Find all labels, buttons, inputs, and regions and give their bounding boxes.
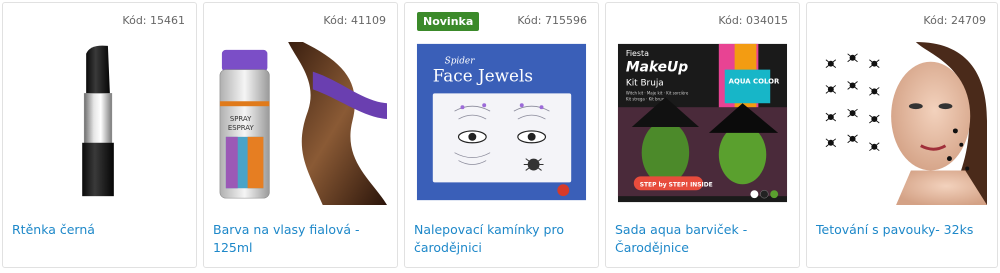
product-image-spider-tattoos[interactable] xyxy=(817,41,987,206)
product-card[interactable]: Kód: 034015 Fiesta MakeUp Kit Bruja Witc… xyxy=(605,2,800,268)
product-card[interactable]: Kód: 41109 SPRAY ESPRAY Barva na vlasy f… xyxy=(203,2,398,268)
product-card[interactable]: Kód: 24709 Tetování s pavouky- 32ks xyxy=(806,2,998,268)
product-code: Kód: 41109 xyxy=(323,14,386,27)
face-jewels-image: Spider Face Jewels xyxy=(416,43,587,201)
spider-tattoo-image xyxy=(825,41,987,206)
svg-text:STEP by STEP! INSIDE: STEP by STEP! INSIDE xyxy=(640,181,713,188)
product-card[interactable]: Kód: 15461 Rtěnka černá xyxy=(2,2,197,268)
svg-text:Kit strega · Kit bruxa: Kit strega · Kit bruxa xyxy=(626,96,667,101)
product-grid: Kód: 15461 Rtěnka černá Kód: 41109 SPRAY… xyxy=(0,0,1000,273)
product-title-link[interactable]: Barva na vlasy fialová - 125ml xyxy=(213,221,388,257)
lipstick-image xyxy=(82,45,114,197)
hair-spray-image: SPRAY ESPRAY xyxy=(219,41,387,206)
svg-text:Face Jewels: Face Jewels xyxy=(433,65,533,85)
product-code: Kód: 15461 xyxy=(122,14,185,27)
product-title-link[interactable]: Rtěnka černá xyxy=(12,221,187,239)
svg-text:SPRAY: SPRAY xyxy=(230,115,252,123)
product-image-witch-makeup-kit[interactable]: Fiesta MakeUp Kit Bruja Witch kit · Maje… xyxy=(616,41,789,206)
product-title-link[interactable]: Tetování s pavouky- 32ks xyxy=(816,221,988,239)
product-title-link[interactable]: Nalepovací kamínky pro čarodějnici xyxy=(414,221,589,257)
product-code: Kód: 715596 xyxy=(517,14,587,27)
product-title-link[interactable]: Sada aqua barviček - Čarodějnice xyxy=(615,221,790,257)
makeup-kit-image: Fiesta MakeUp Kit Bruja Witch kit · Maje… xyxy=(617,43,788,203)
product-code: Kód: 034015 xyxy=(718,14,788,27)
svg-text:MakeUp: MakeUp xyxy=(626,60,688,76)
product-image-purple-hair-spray[interactable]: SPRAY ESPRAY xyxy=(214,41,387,206)
product-image-face-jewels[interactable]: Spider Face Jewels xyxy=(415,41,588,206)
svg-text:AQUA COLOR: AQUA COLOR xyxy=(729,77,780,85)
product-image-black-lipstick[interactable] xyxy=(13,41,186,206)
product-card[interactable]: Novinka Kód: 715596 Spider Face Jewels N… xyxy=(404,2,599,268)
svg-text:Witch kit · Maje kit · Kit sor: Witch kit · Maje kit · Kit sorcière xyxy=(626,90,689,95)
product-code: Kód: 24709 xyxy=(923,14,986,27)
svg-text:ESPRAY: ESPRAY xyxy=(228,124,255,132)
svg-text:Kit Bruja: Kit Bruja xyxy=(626,78,664,88)
svg-text:Fiesta: Fiesta xyxy=(626,49,649,58)
new-badge: Novinka xyxy=(417,12,480,31)
